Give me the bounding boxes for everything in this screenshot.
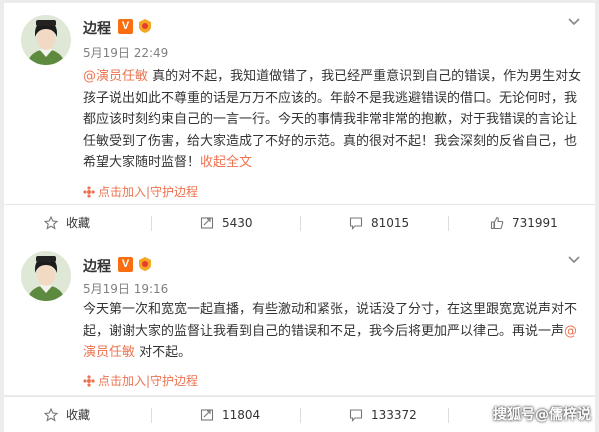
divider: [151, 216, 152, 231]
watermark: 搜狐号@儒梓说: [493, 407, 591, 423]
comment-button[interactable]: 133372: [349, 397, 417, 432]
repost-button[interactable]: 5430: [200, 205, 253, 241]
fans-badge-icon: [83, 375, 95, 387]
fans-group-label: 点击加入|守护边程: [98, 185, 199, 199]
mention-link[interactable]: @演员任敏: [83, 69, 148, 84]
favorite-label: 收藏: [66, 408, 91, 422]
post-text: 真的对不起，我知道做错了，我已经严重意识到自己的错误，作为男生对女孩子说出如此不…: [83, 69, 582, 170]
username[interactable]: 边程: [83, 256, 111, 276]
post-text-end: 对不起。: [135, 345, 192, 360]
fans-group-link[interactable]: 点击加入|守护边程: [83, 372, 198, 389]
like-count: 731991: [512, 216, 558, 230]
fans-group-label: 点击加入|守护边程: [98, 374, 199, 388]
comment-count: 81015: [371, 216, 410, 230]
comment-icon: [349, 409, 363, 422]
post-time[interactable]: 5月19日 19:16: [83, 280, 168, 297]
avatar-image: [21, 251, 71, 301]
star-icon: [43, 407, 59, 422]
fans-group-link[interactable]: 点击加入|守护边程: [83, 183, 198, 200]
like-icon: [490, 216, 504, 230]
post-content: 今天第一次和宽宽一起直播，有些激动和紧张，说话没了分寸，在这里跟宽宽说声对不起，…: [83, 299, 588, 364]
verified-v-icon: V: [118, 257, 133, 272]
repost-icon: [200, 409, 214, 421]
favorite-button[interactable]: 收藏: [43, 397, 91, 432]
comment-button[interactable]: 81015: [349, 205, 409, 241]
divider: [300, 408, 301, 423]
divider: [448, 408, 449, 423]
divider: [448, 216, 449, 231]
weibo-post-2: 边程 V 5月19日 19:16 今天第一次和宽宽一起直播，有些激动和紧张，说话…: [4, 239, 595, 395]
repost-count: 11804: [222, 408, 261, 422]
more-chevron-icon[interactable]: [567, 15, 581, 29]
favorite-label: 收藏: [66, 216, 91, 230]
star-icon: [43, 215, 59, 230]
level-badge-icon[interactable]: [137, 256, 153, 272]
like-button[interactable]: 731991: [490, 205, 558, 241]
avatar-image: [21, 15, 71, 65]
post-text: 今天第一次和宽宽一起直播，有些激动和紧张，说话没了分寸，在这里跟宽宽说声对不起，…: [83, 302, 578, 339]
post-content: @演员任敏 真的对不起，我知道做错了，我已经严重意识到自己的错误，作为男生对女孩…: [83, 66, 588, 174]
more-chevron-icon[interactable]: [567, 253, 581, 267]
repost-count: 5430: [222, 216, 253, 230]
repost-button[interactable]: 11804: [200, 397, 260, 432]
divider: [300, 216, 301, 231]
username[interactable]: 边程: [83, 18, 111, 38]
collapse-link[interactable]: 收起全文: [200, 155, 252, 170]
comment-icon: [349, 217, 363, 230]
weibo-post-1: 边程 V 5月19日 22:49 @演员任敏 真的对不起，我知道做错了，我已经严…: [4, 3, 595, 204]
comment-count: 133372: [371, 408, 417, 422]
repost-icon: [200, 217, 214, 229]
avatar[interactable]: [21, 15, 71, 65]
level-badge-icon[interactable]: [137, 18, 153, 34]
action-bar-1: 收藏 5430 81015 731991: [4, 204, 595, 240]
divider: [151, 408, 152, 423]
verified-v-icon: V: [118, 19, 133, 34]
avatar[interactable]: [21, 251, 71, 301]
fans-badge-icon: [83, 186, 95, 198]
post-time[interactable]: 5月19日 22:49: [83, 44, 168, 61]
favorite-button[interactable]: 收藏: [43, 205, 91, 241]
